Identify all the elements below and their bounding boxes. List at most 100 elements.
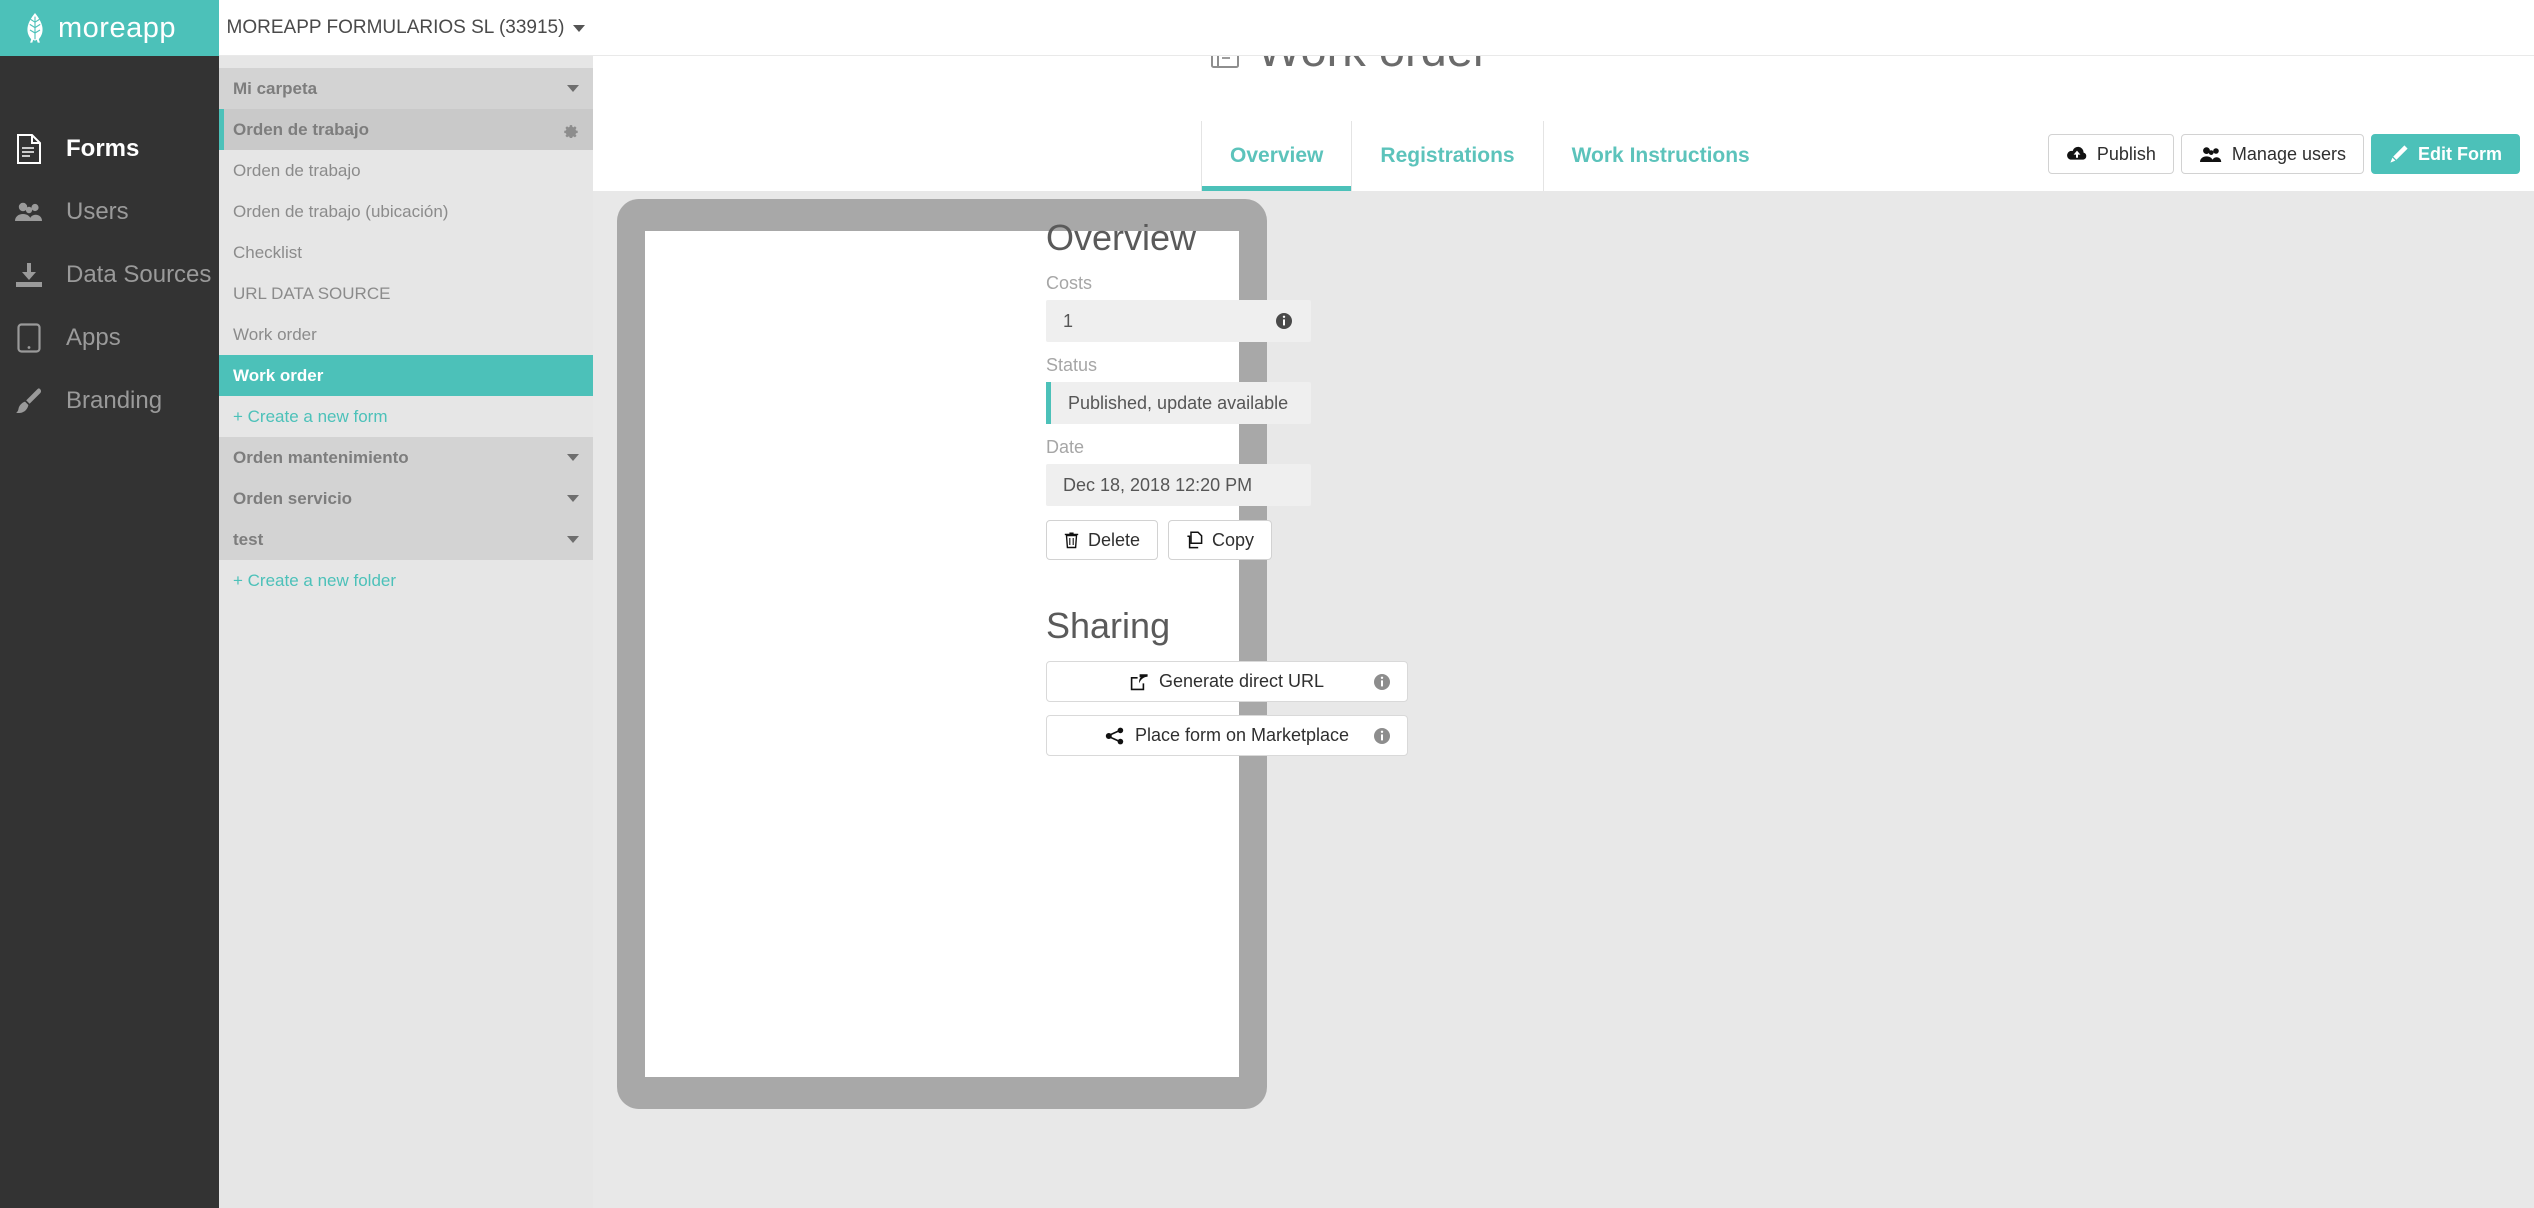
sidebar-item-apps[interactable]: Apps <box>0 306 219 369</box>
tab-label: Overview <box>1230 144 1324 167</box>
info-icon[interactable] <box>1275 312 1293 330</box>
pencil-icon <box>2390 145 2408 163</box>
info-icon[interactable] <box>1373 673 1391 691</box>
tree-form-label: Orden de trabajo <box>233 160 361 180</box>
tree-form-work-order[interactable]: Work order <box>219 314 593 355</box>
content-area: Overview Costs 1 Status Published, updat… <box>593 191 2534 1208</box>
tree-folder-mi-carpeta[interactable]: Mi carpeta <box>219 68 593 109</box>
delete-label: Delete <box>1088 529 1141 550</box>
publish-label: Publish <box>2096 143 2156 164</box>
tree-folder-orden-servicio[interactable]: Orden servicio <box>219 478 593 519</box>
place-form-marketplace-label: Place form on Marketplace <box>1134 725 1350 745</box>
copy-icon <box>1187 531 1203 549</box>
tree-folder-label: Mi carpeta <box>233 78 318 98</box>
gear-icon[interactable] <box>562 121 579 138</box>
download-icon <box>14 260 44 290</box>
main-area: Work order Overview Registrations Work I… <box>593 0 2534 1208</box>
tree-form-label: URL DATA SOURCE <box>233 283 391 303</box>
status-label: Status <box>1046 355 1098 375</box>
sidebar-item-label: Data Sources <box>66 260 212 288</box>
tablet-icon <box>14 322 44 353</box>
publish-button[interactable]: Publish <box>2047 134 2174 174</box>
top-bar-filler <box>593 0 2534 56</box>
tree-form-label: Work order <box>233 324 317 344</box>
copy-label: Copy <box>1212 529 1255 550</box>
info-icon[interactable] <box>1373 727 1391 745</box>
sidebar-item-forms[interactable]: Forms <box>0 117 219 180</box>
cloud-upload-icon <box>2066 146 2087 160</box>
tree-form-label: Checklist <box>233 242 302 262</box>
nav-spacer <box>0 56 219 113</box>
tree-folder-test[interactable]: test <box>219 519 593 560</box>
tree-form-work-order-selected[interactable]: Work order <box>219 355 593 396</box>
date-value: Dec 18, 2018 12:20 PM <box>1063 474 1253 495</box>
tree-form-label: Work order <box>233 365 324 385</box>
status-field: Published, update available <box>1046 382 1311 424</box>
users-icon <box>14 197 44 227</box>
delete-button[interactable]: Delete <box>1046 520 1159 560</box>
generate-direct-url-button[interactable]: Generate direct URL <box>1046 661 1408 702</box>
sidebar-item-data-sources[interactable]: Data Sources <box>0 243 219 306</box>
chevron-down-icon <box>567 454 579 461</box>
manage-users-button[interactable]: Manage users <box>2180 134 2364 174</box>
sidebar-item-label: Branding <box>66 386 163 414</box>
tab-overview[interactable]: Overview <box>1201 121 1352 191</box>
document-icon <box>14 133 44 164</box>
tree-folder-label: test <box>233 529 264 549</box>
costs-label: Costs <box>1046 273 1093 293</box>
costs-value: 1 <box>1063 310 1074 331</box>
overview-heading: Overview <box>1046 217 1197 258</box>
chevron-down-icon <box>567 495 579 502</box>
tab-label: Work Instructions <box>1571 144 1750 167</box>
tree-form-orden-de-trabajo[interactable]: Orden de trabajo <box>219 150 593 191</box>
date-label: Date <box>1046 437 1085 457</box>
copy-button[interactable]: Copy <box>1168 520 1273 560</box>
tree-folder-label: Orden de trabajo <box>233 119 370 139</box>
tab-registrations[interactable]: Registrations <box>1351 121 1542 191</box>
sidebar-item-users[interactable]: Users <box>0 180 219 243</box>
create-new-folder-link[interactable]: + Create a new folder <box>219 560 593 601</box>
sharing-heading: Sharing <box>1046 605 1171 646</box>
generate-direct-url-label: Generate direct URL <box>1158 671 1325 691</box>
leaf-icon <box>27 13 43 43</box>
tree-folder-orden-mantenimiento[interactable]: Orden mantenimiento <box>219 437 593 478</box>
forms-tree-panel: Mi carpeta Orden de trabajo Orden de tra… <box>219 0 593 1208</box>
costs-field: 1 <box>1046 300 1311 342</box>
brand-name: moreapp <box>58 11 176 44</box>
sidebar-item-branding[interactable]: Branding <box>0 369 219 432</box>
overview-button-row: Delete Copy <box>1046 520 1566 560</box>
sidebar-item-label: Users <box>66 197 129 225</box>
tree-form-url-data-source[interactable]: URL DATA SOURCE <box>219 273 593 314</box>
brand-header: moreapp <box>0 0 219 56</box>
chevron-down-icon <box>567 536 579 543</box>
external-link-icon <box>1130 673 1148 690</box>
chevron-down-icon <box>573 24 586 32</box>
users-icon <box>2199 146 2222 162</box>
place-form-on-marketplace-button[interactable]: Place form on Marketplace <box>1046 715 1408 756</box>
tree-form-checklist[interactable]: Checklist <box>219 232 593 273</box>
nav-list: Forms Users Data Sources Apps Branding <box>0 113 219 432</box>
sidebar-item-label: Forms <box>66 134 140 162</box>
overview-panel: Overview Costs 1 Status Published, updat… <box>1046 217 1566 769</box>
tab-work-instructions[interactable]: Work Instructions <box>1542 121 1778 191</box>
header-actions: Publish Manage users Edit Form <box>2047 134 2520 174</box>
sidebar-item-label: Apps <box>66 323 121 351</box>
manage-users-label: Manage users <box>2231 143 2346 164</box>
account-switcher[interactable]: MOREAPP FORMULARIOS SL (33915) <box>219 0 593 56</box>
status-value: Published, update available <box>1068 392 1289 413</box>
edit-form-button[interactable]: Edit Form <box>2371 134 2520 174</box>
create-new-folder-label: + Create a new folder <box>233 570 397 590</box>
primary-sidebar: moreapp Forms Users Data Sources Apps Br… <box>0 0 219 1208</box>
create-new-form-label: + Create a new form <box>233 406 388 426</box>
tree-form-orden-de-trabajo-ubicacion[interactable]: Orden de trabajo (ubicación) <box>219 191 593 232</box>
share-icon <box>1105 727 1124 744</box>
date-field: Dec 18, 2018 12:20 PM <box>1046 464 1311 506</box>
tab-label: Registrations <box>1380 144 1515 167</box>
chevron-down-icon <box>567 85 579 92</box>
trash-icon <box>1064 532 1079 549</box>
tree-folder-label: Orden servicio <box>233 488 353 508</box>
brush-icon <box>14 386 44 416</box>
tree-folder-orden-de-trabajo[interactable]: Orden de trabajo <box>219 109 593 150</box>
create-new-form-link[interactable]: + Create a new form <box>219 396 593 437</box>
tree-form-label: Orden de trabajo (ubicación) <box>233 201 449 221</box>
